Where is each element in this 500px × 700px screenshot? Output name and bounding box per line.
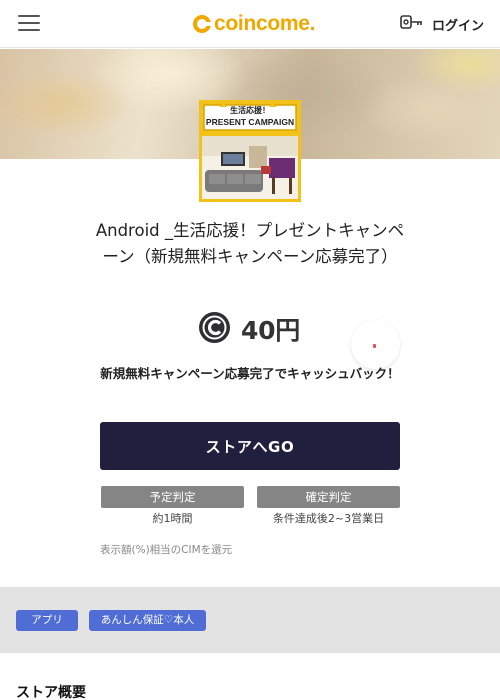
reward-amount: 40円	[241, 316, 300, 345]
cim-note: 表示額(%)相当のCIMを還元	[100, 544, 233, 556]
coin-icon	[198, 311, 231, 348]
judgement-desc: 約1時間	[152, 512, 193, 525]
judgement-confirmed: 確定判定 条件達成後2~3営業日	[257, 486, 400, 526]
favorite-button[interactable]	[351, 320, 400, 369]
judgement-label: 確定判定	[257, 486, 400, 508]
tag-app[interactable]: アプリ	[16, 610, 78, 631]
go-to-store-button[interactable]: ストアへGO	[100, 422, 400, 470]
logo[interactable]: coincome.	[192, 12, 315, 36]
store-overview-title: ストア概要	[16, 685, 86, 700]
header: coincome. ログイン	[0, 0, 500, 48]
judgement-pending: 予定判定 約1時間	[101, 486, 244, 526]
tag-band: アプリ あんしん保証♡本人	[0, 587, 500, 653]
thumbnail-text-1: 生活応援！	[230, 106, 270, 115]
coin-logo-icon	[192, 14, 212, 34]
campaign-thumbnail[interactable]: 生活応援！ PRESENT CAMPAIGN	[199, 100, 301, 202]
login-label: ログイン	[431, 18, 484, 34]
judgement-label: 予定判定	[101, 486, 244, 508]
thumbnail-text-2: PRESENT CAMPAIGN	[205, 117, 295, 127]
reward: 40円	[198, 311, 300, 348]
heart-icon	[373, 344, 376, 348]
login-button[interactable]: ログイン	[400, 14, 484, 34]
judgement-desc: 条件達成後2~3営業日	[272, 512, 385, 525]
tag-guarantee[interactable]: あんしん保証♡本人	[89, 610, 206, 631]
hamburger-menu-icon[interactable]	[18, 14, 40, 32]
thumbnail-banner: 生活応援！ PRESENT CAMPAIGN	[205, 106, 295, 132]
campaign-title: Android _生活応援！プレゼントキャンペーン（新規無料キャンペーン応募完了…	[95, 221, 405, 266]
key-icon	[400, 14, 424, 34]
logo-text: coincome.	[214, 12, 316, 35]
cashback-condition: 新規無料キャンペーン応募完了でキャッシュバック！	[100, 366, 400, 381]
